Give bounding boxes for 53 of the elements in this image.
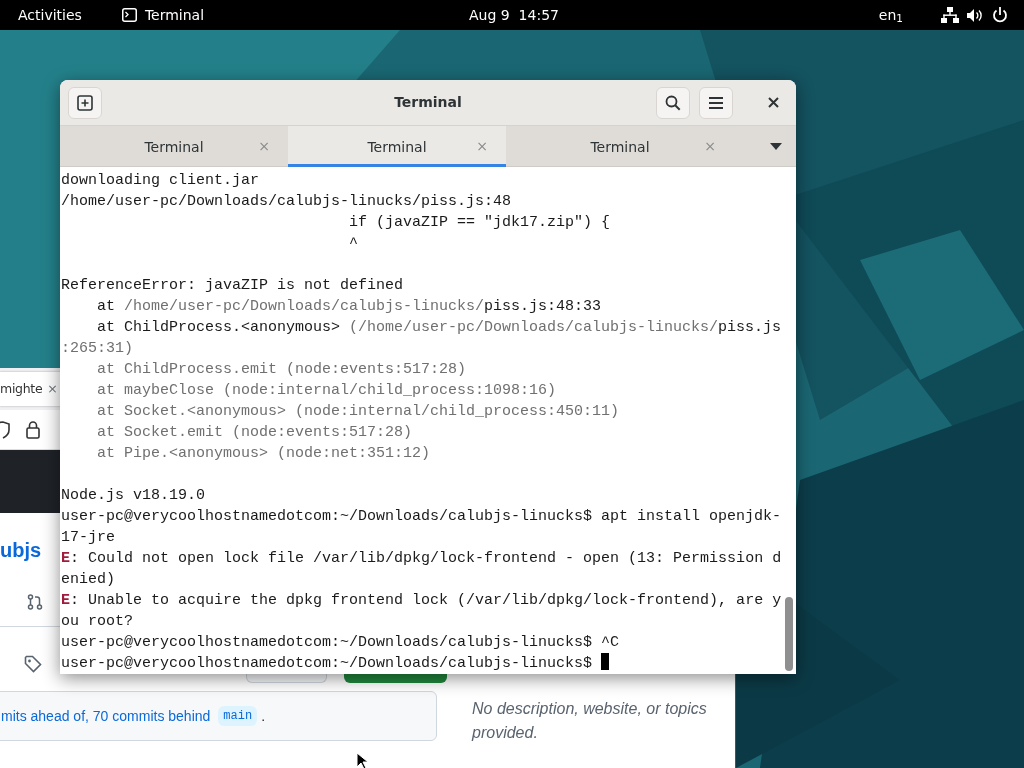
terminal-line: Node.js v18.19.0	[61, 486, 206, 506]
network-icon[interactable]	[941, 7, 959, 23]
compare-period: .	[261, 706, 266, 726]
app-menu[interactable]: Terminal	[144, 4, 205, 26]
tab[interactable]: Terminal ×	[288, 126, 506, 167]
close-icon	[767, 97, 779, 108]
terminal-line: user-pc@verycoolhostnamedotcom:~/Downloads/calubjs-linucks$	[61, 653, 610, 674]
clock[interactable]: Aug 9 14:57	[469, 4, 559, 26]
plus-icon	[77, 94, 93, 111]
terminal-line: /home/user-pc/Downloads/calubjs-linucks/piss.js:48	[61, 192, 512, 212]
terminal-line: at Socket.emit (node:events:517:28)	[96, 423, 413, 443]
lock-icon[interactable]	[26, 420, 40, 439]
activities-button[interactable]: Activities	[18, 4, 82, 26]
terminal-line: at /home/user-pc/Downloads/calubjs-linucks/piss.js:48:33	[96, 297, 602, 317]
terminal-line: enied)	[61, 570, 115, 590]
terminal-line: ^	[348, 234, 359, 254]
tag-icon	[24, 655, 42, 673]
terminal-line: ReferenceError: javaZIP is not defined	[61, 276, 404, 296]
terminal-line: ou root?	[61, 612, 133, 632]
volume-icon[interactable]	[967, 7, 984, 23]
tab-close-button[interactable]: ×	[47, 379, 58, 399]
terminal-line: user-pc@verycoolhostnamedotcom:~/Downloads/calubjs-linucks$ apt install openjdk-	[61, 507, 782, 527]
terminal-line: at ChildProcess.<anonymous> (/home/user-pc/Downloads/calubjs-linucks/piss.js	[96, 318, 782, 338]
tab[interactable]: Terminal ×	[60, 126, 288, 167]
terminal-line: downloading client.jar	[61, 171, 260, 191]
tab[interactable]: Terminal ×	[506, 126, 734, 167]
repo-name[interactable]: ubjs	[0, 535, 42, 565]
scrollbar-thumb[interactable]	[785, 597, 793, 671]
terminal-line: E: Unable to acquire the dpkg frontend lock (/var/lib/dpkg/lock-frontend), are y	[61, 591, 782, 611]
pull-request-icon[interactable]	[27, 594, 43, 610]
repo-description: No description, website, or topics provided.	[472, 699, 708, 743]
terminal-icon	[121, 8, 137, 22]
window-title: Terminal	[394, 93, 462, 112]
terminal-line: user-pc@verycoolhostnamedotcom:~/Downloads/calubjs-linucks$ ^C	[61, 633, 620, 653]
branch-link[interactable]: main	[218, 706, 258, 726]
search-icon	[665, 94, 681, 111]
terminal-line: at Socket.<anonymous> (node:internal/child_process:450:11)	[96, 402, 620, 422]
new-tab-button[interactable]	[68, 86, 102, 119]
terminal-line: :265:31)	[61, 339, 133, 359]
terminal-line: at Pipe.<anonymous> (node:net:351:12)	[96, 444, 431, 464]
terminal-line: 17-jre	[61, 528, 115, 548]
tab-title[interactable]: mighte	[0, 379, 43, 399]
terminal-line: E: Could not open lock file /var/lib/dpkg/lock-frontend - open (13: Permission d	[61, 549, 782, 569]
keyboard-layout[interactable]: en$_{1}$	[878, 4, 903, 26]
menu-button[interactable]	[699, 86, 733, 119]
menu-icon	[708, 95, 724, 110]
search-button[interactable]	[656, 86, 690, 119]
dropdown-arrow-icon[interactable]	[770, 142, 782, 150]
compare-link[interactable]: mits ahead of, 70 commits behind	[1, 705, 211, 727]
terminal-line: at ChildProcess.emit (node:events:517:28)	[96, 360, 467, 380]
power-icon[interactable]	[992, 7, 1008, 23]
terminal-line: at maybeClose (node:internal/child_process:1098:16)	[96, 381, 557, 401]
terminal-line: if (javaZIP == "jdk17.zip") {	[348, 213, 611, 233]
